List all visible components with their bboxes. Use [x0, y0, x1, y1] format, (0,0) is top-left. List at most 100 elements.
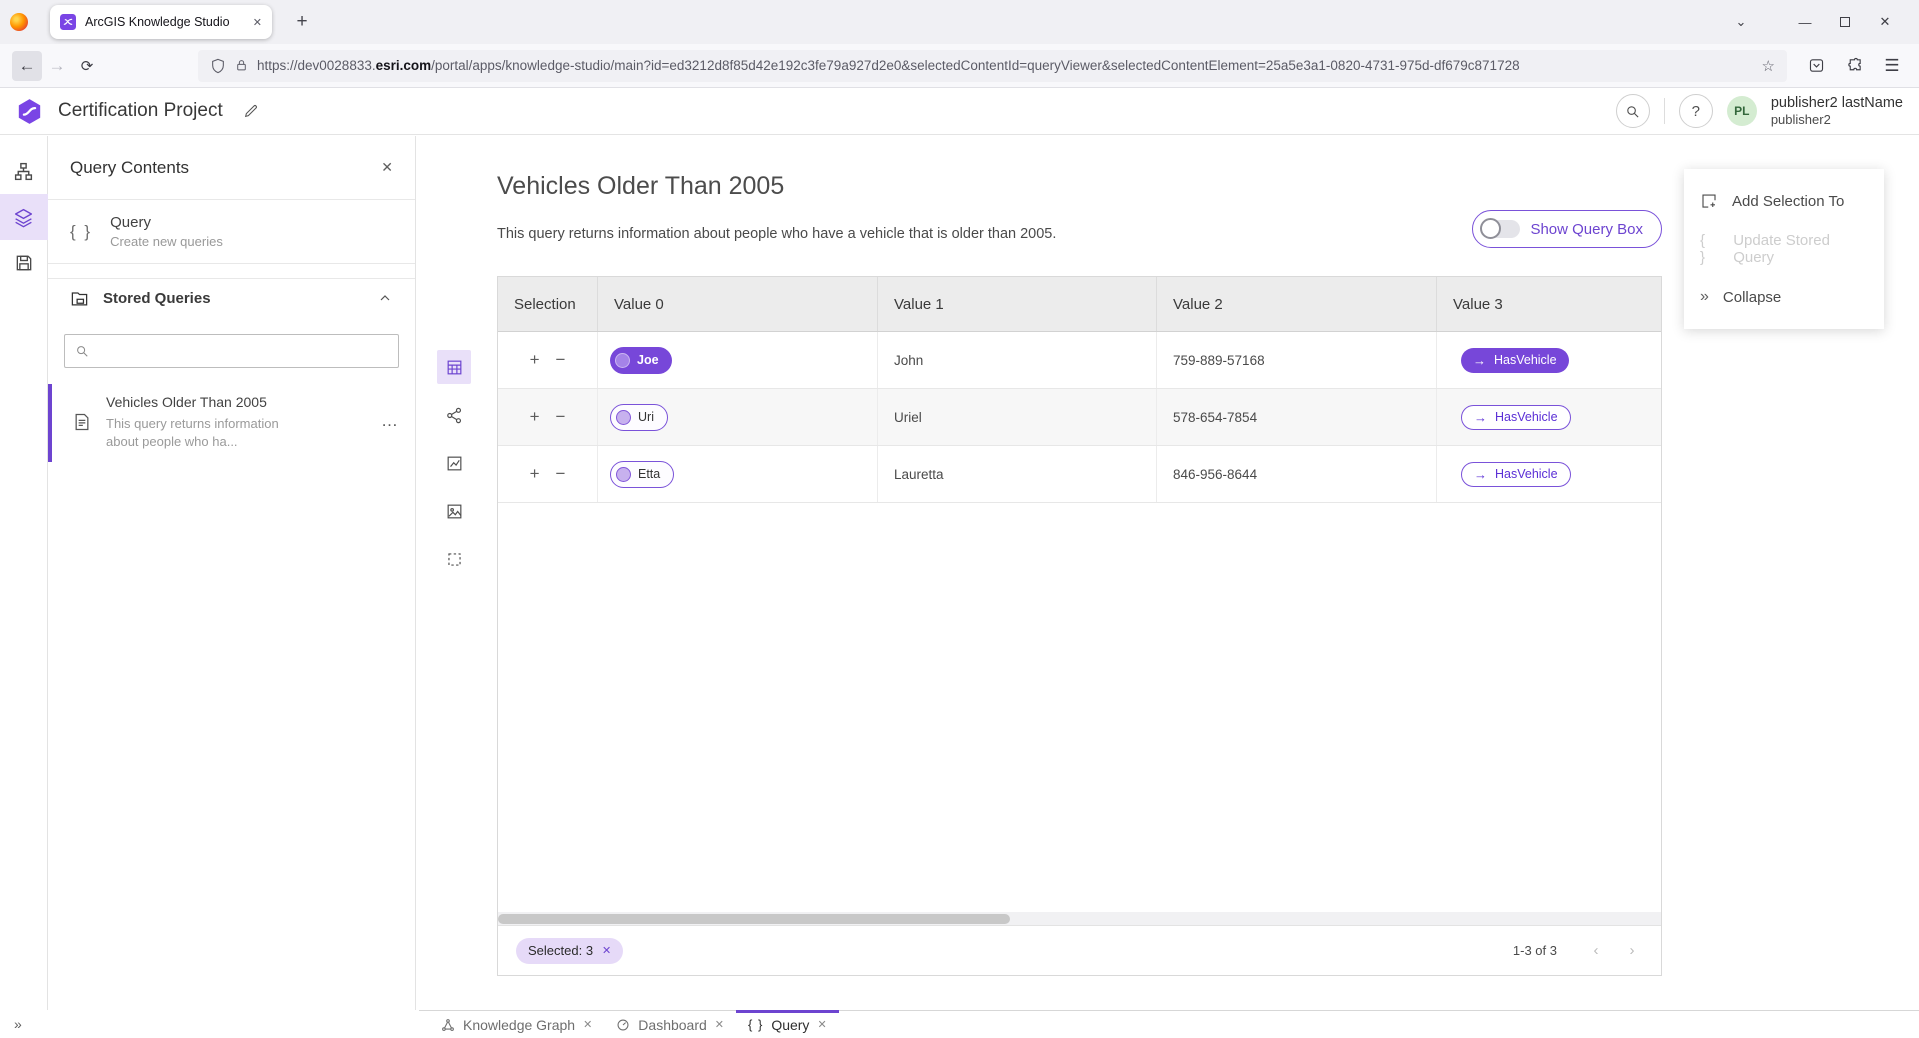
entity-pill[interactable]: Joe [610, 347, 672, 374]
stored-queries-searchbox[interactable] [64, 334, 399, 368]
remove-from-selection-button[interactable]: − [556, 464, 566, 484]
stored-queries-title: Stored Queries [103, 290, 211, 307]
window-close-button[interactable]: ✕ [1865, 14, 1905, 30]
chevron-up-icon[interactable] [377, 290, 393, 306]
chart-view-icon[interactable] [437, 446, 471, 480]
stored-query-item[interactable]: Vehicles Older Than 2005 This query retu… [48, 384, 415, 462]
tab-dashboard[interactable]: Dashboard ✕ [604, 1011, 736, 1038]
previous-page-icon[interactable]: ‹ [1585, 942, 1607, 959]
column-header[interactable]: Value 3 [1437, 277, 1661, 331]
window-maximize-button[interactable] [1825, 15, 1865, 30]
relationship-pill[interactable]: →HasVehicle [1461, 462, 1571, 487]
cell-value: 759-889-57168 [1157, 332, 1437, 388]
menu-item-collapse[interactable]: » Collapse [1684, 273, 1884, 321]
close-tab-icon[interactable]: ✕ [817, 1018, 826, 1031]
bookmark-star-icon[interactable]: ☆ [1762, 57, 1775, 75]
add-to-selection-button[interactable]: + [530, 350, 540, 370]
table-row[interactable]: +− Etta Lauretta 846-956-8644 →HasVehicl… [498, 446, 1661, 503]
add-to-selection-button[interactable]: + [530, 407, 540, 427]
expand-panel-icon[interactable]: » [14, 1016, 22, 1032]
table-view-icon[interactable] [437, 350, 471, 384]
remove-from-selection-button[interactable]: − [556, 350, 566, 370]
menu-icon[interactable]: ☰ [1877, 51, 1907, 81]
firefox-icon[interactable] [10, 13, 28, 31]
more-options-icon[interactable]: … [381, 411, 399, 431]
new-query-item[interactable]: { } Query Create new queries [48, 200, 415, 264]
scrollbar-thumb[interactable] [498, 914, 1010, 924]
dashboard-icon [616, 1018, 630, 1032]
back-button[interactable]: ← [12, 51, 42, 81]
clear-selection-icon[interactable]: ✕ [602, 944, 611, 957]
hierarchy-view-icon[interactable] [0, 148, 48, 194]
user-avatar[interactable]: PL [1727, 96, 1757, 126]
braces-icon: { } [70, 222, 92, 242]
save-view-icon[interactable] [0, 240, 48, 286]
app-header: Certification Project ? PL publisher2 la… [0, 88, 1919, 135]
entity-pill[interactable]: Etta [610, 461, 674, 488]
select-region-icon[interactable] [437, 542, 471, 576]
table-row[interactable]: +− Uri Uriel 578-654-7854 →HasVehicle [498, 389, 1661, 446]
window-minimize-button[interactable]: — [1785, 15, 1825, 30]
close-tab-icon[interactable]: ✕ [715, 1018, 724, 1031]
show-query-box-toggle[interactable]: Show Query Box [1472, 210, 1662, 248]
column-header[interactable]: Selection [498, 277, 598, 331]
lock-icon[interactable] [235, 59, 248, 72]
query-results-table: Selection Value 0 Value 1 Value 2 Value … [497, 276, 1662, 976]
column-header[interactable]: Value 0 [598, 277, 878, 331]
show-query-box-label: Show Query Box [1530, 221, 1643, 238]
menu-item-add-selection-to[interactable]: Add Selection To [1684, 177, 1884, 225]
extensions-icon[interactable] [1839, 51, 1869, 81]
forward-button[interactable]: → [42, 51, 72, 81]
query-item-subtitle: Create new queries [110, 234, 223, 249]
menu-item-update-stored-query[interactable]: { } Update Stored Query [1684, 225, 1884, 273]
url-text: https://dev0028833.esri.com/portal/apps/… [257, 58, 1753, 73]
column-header[interactable]: Value 2 [1157, 277, 1437, 331]
entity-pill[interactable]: Uri [610, 404, 668, 431]
url-bar[interactable]: https://dev0028833.esri.com/portal/apps/… [198, 50, 1787, 82]
map-view-icon[interactable] [437, 494, 471, 528]
search-button[interactable] [1616, 94, 1650, 128]
link-chart-view-icon[interactable] [437, 398, 471, 432]
search-icon [1625, 104, 1640, 119]
tab-close-icon[interactable]: ✕ [253, 16, 262, 29]
toggle-knob [1480, 218, 1501, 239]
tab-query[interactable]: { } Query ✕ [736, 1011, 839, 1038]
toggle-switch[interactable] [1482, 220, 1520, 238]
pocket-icon[interactable] [1801, 51, 1831, 81]
tab-list-chevron-icon[interactable]: ⌄ [1721, 14, 1761, 30]
remove-from-selection-button[interactable]: − [556, 407, 566, 427]
new-tab-button[interactable]: + [288, 11, 316, 33]
horizontal-scrollbar[interactable] [498, 912, 1661, 925]
table-row[interactable]: +− Joe John 759-889-57168 →HasVehicle [498, 332, 1661, 389]
help-button[interactable]: ? [1679, 94, 1713, 128]
shield-icon[interactable] [210, 58, 226, 74]
edit-title-icon[interactable] [243, 103, 259, 119]
panel-close-icon[interactable]: ✕ [381, 159, 393, 176]
tab-knowledge-graph[interactable]: Knowledge Graph ✕ [429, 1011, 604, 1038]
document-icon [72, 412, 92, 432]
layers-view-icon[interactable] [0, 194, 48, 240]
cell-value: 846-956-8644 [1157, 446, 1437, 502]
reload-button[interactable]: ⟳ [72, 51, 102, 81]
add-selection-icon [1700, 192, 1718, 210]
relationship-pill[interactable]: →HasVehicle [1461, 348, 1569, 373]
relationship-pill[interactable]: →HasVehicle [1461, 405, 1571, 430]
close-tab-icon[interactable]: ✕ [583, 1018, 592, 1031]
query-contents-panel: Query Contents ✕ { } Query Create new qu… [48, 136, 416, 1010]
braces-icon: { } [1700, 232, 1719, 266]
panel-title: Query Contents [70, 158, 189, 178]
stored-queries-section[interactable]: Stored Queries [48, 278, 415, 318]
search-input[interactable] [97, 344, 388, 359]
tab-title: ArcGIS Knowledge Studio [85, 15, 244, 29]
left-icon-rail [0, 136, 48, 1010]
column-header[interactable]: Value 1 [878, 277, 1157, 331]
add-to-selection-button[interactable]: + [530, 464, 540, 484]
arrow-icon: → [1474, 410, 1487, 425]
selected-count-chip[interactable]: Selected: 3✕ [516, 938, 623, 964]
next-page-icon[interactable]: › [1621, 942, 1643, 959]
arrow-icon: → [1473, 353, 1486, 368]
user-name-block[interactable]: publisher2 lastName publisher2 [1771, 94, 1903, 128]
page-title: Vehicles Older Than 2005 [497, 172, 784, 201]
browser-tab[interactable]: ArcGIS Knowledge Studio ✕ [50, 5, 272, 39]
knowledge-graph-icon [441, 1018, 455, 1032]
